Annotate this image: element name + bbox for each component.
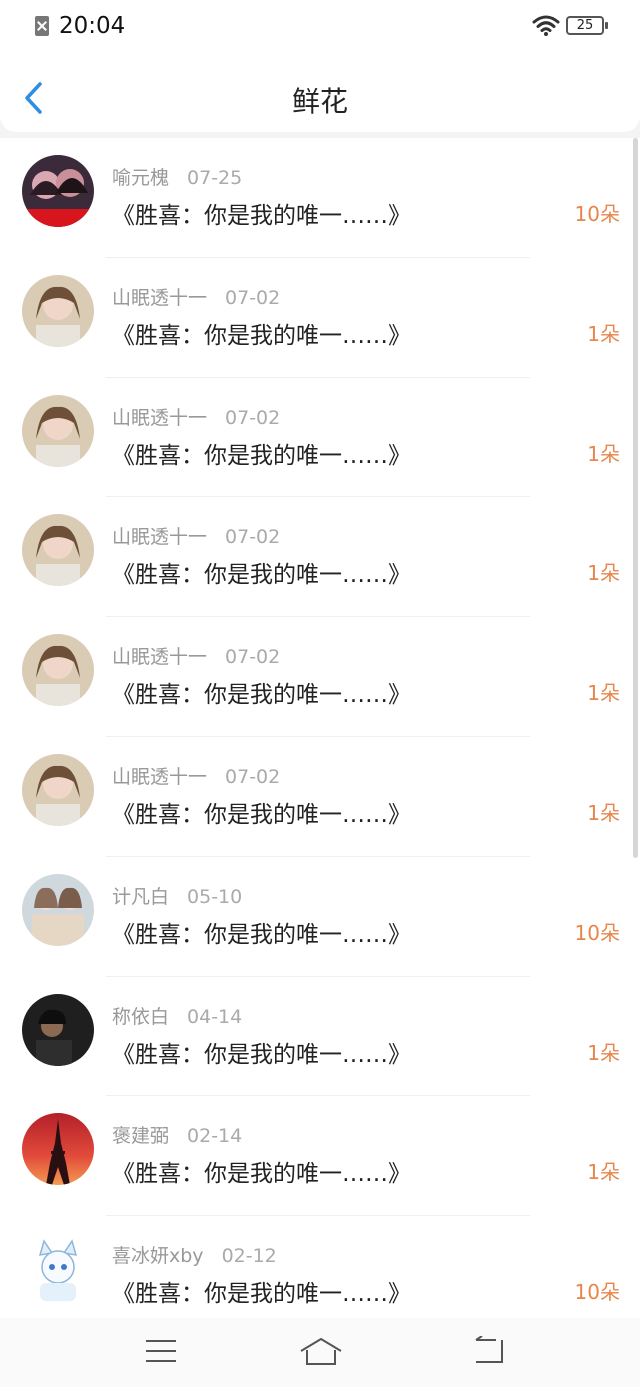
user-name[interactable]: 山眠透十一	[112, 766, 207, 788]
user-line: 山眠透十一 07-02	[112, 283, 280, 310]
flower-count: 1朵	[587, 681, 620, 706]
two-girls-avatar[interactable]	[22, 873, 94, 946]
no-sim-icon	[35, 16, 49, 36]
gift-date: 05-10	[187, 885, 243, 908]
user-name[interactable]: 山眠透十一	[112, 287, 207, 309]
scrollbar[interactable]	[633, 138, 638, 858]
gift-date: 07-02	[225, 765, 281, 788]
gift-date: 02-12	[221, 1245, 277, 1268]
flower-count: 1朵	[587, 561, 620, 586]
list-item[interactable]: 计凡白 05-10 《胜喜：你是我的唯一……》 10朵	[0, 857, 640, 977]
gift-date: 07-02	[225, 526, 281, 549]
user-line: 称依白 04-14	[112, 1002, 242, 1029]
user-line: 褒建弼 02-14	[112, 1121, 242, 1148]
flower-count: 1朵	[587, 800, 620, 825]
book-title[interactable]: 《胜喜：你是我的唯一……》	[112, 196, 411, 230]
user-line: 计凡白 05-10	[112, 882, 242, 909]
list-item[interactable]: 山眠透十一 07-02 《胜喜：你是我的唯一……》 1朵	[0, 737, 640, 857]
flower-count: 1朵	[587, 1040, 620, 1065]
list-item[interactable]: 山眠透十一 07-02 《胜喜：你是我的唯一……》 1朵	[0, 258, 640, 378]
status-right: 25	[532, 14, 608, 36]
flower-count: 10朵	[574, 1280, 620, 1305]
list-item[interactable]: 称依白 04-14 《胜喜：你是我的唯一……》 1朵	[0, 977, 640, 1097]
user-line: 喻元槐 07-25	[112, 163, 242, 190]
girl-portrait-avatar[interactable]	[22, 634, 94, 707]
girl-portrait-avatar[interactable]	[22, 274, 94, 347]
home-icon[interactable]	[299, 1336, 343, 1366]
back-nav-icon[interactable]	[472, 1336, 506, 1366]
anime-cat-avatar[interactable]	[22, 1233, 94, 1306]
girl-portrait-avatar[interactable]	[22, 514, 94, 587]
gift-date: 02-14	[187, 1125, 243, 1148]
user-name[interactable]: 山眠透十一	[112, 407, 207, 429]
book-title[interactable]: 《胜喜：你是我的唯一……》	[112, 436, 411, 470]
flower-count: 1朵	[587, 321, 620, 346]
book-title[interactable]: 《胜喜：你是我的唯一……》	[112, 1154, 411, 1188]
user-name[interactable]: 山眠透十一	[112, 646, 207, 668]
user-name[interactable]: 山眠透十一	[112, 526, 207, 548]
gift-date: 04-14	[187, 1005, 243, 1028]
menu-icon[interactable]	[144, 1336, 178, 1366]
eiffel-tower-avatar[interactable]	[22, 1113, 94, 1186]
flower-count: 10朵	[574, 202, 620, 226]
book-title[interactable]: 《胜喜：你是我的唯一……》	[112, 675, 411, 709]
system-nav-bar	[0, 1318, 640, 1387]
user-line: 山眠透十一 07-02	[112, 403, 280, 430]
flower-record-list: 喻元槐 07-25 《胜喜：你是我的唯一……》 10朵 山眠透十一 07-02 《胜…	[0, 138, 640, 1318]
gift-date: 07-02	[225, 646, 281, 669]
status-time: 20:04	[59, 13, 126, 39]
page-title: 鲜花	[291, 85, 348, 118]
list-item[interactable]: 喻元槐 07-25 《胜喜：你是我的唯一……》 10朵	[0, 138, 640, 258]
status-bar: 20:04 25	[0, 0, 640, 52]
user-name[interactable]: 计凡白	[112, 886, 169, 908]
girl-portrait-avatar[interactable]	[22, 394, 94, 467]
flower-count: 1朵	[587, 1160, 620, 1185]
book-title[interactable]: 《胜喜：你是我的唯一……》	[112, 555, 411, 589]
user-name[interactable]: 称依白	[112, 1006, 169, 1028]
book-title[interactable]: 《胜喜：你是我的唯一……》	[112, 316, 411, 350]
list-item[interactable]: 褒建弼 02-14 《胜喜：你是我的唯一……》 1朵	[0, 1096, 640, 1217]
book-title[interactable]: 《胜喜：你是我的唯一……》	[112, 1274, 411, 1308]
top-nav-bar: 鲜花	[0, 52, 640, 132]
couple-photo-avatar[interactable]	[22, 155, 94, 227]
flower-count: 10朵	[574, 920, 620, 945]
gift-date: 07-02	[225, 406, 281, 429]
girl-portrait-avatar[interactable]	[22, 753, 94, 826]
list-item[interactable]: 山眠透十一 07-02 《胜喜：你是我的唯一……》 1朵	[0, 497, 640, 618]
gift-date: 07-02	[225, 286, 281, 309]
list-item[interactable]: 山眠透十一 07-02 《胜喜：你是我的唯一……》 1朵	[0, 617, 640, 737]
user-line: 喜冰妍xby 02-12	[112, 1241, 277, 1268]
user-line: 山眠透十一 07-02	[112, 642, 280, 669]
battery-indicator: 25	[566, 15, 608, 35]
list-item[interactable]: 山眠透十一 07-02 《胜喜：你是我的唯一……》 1朵	[0, 378, 640, 498]
book-title[interactable]: 《胜喜：你是我的唯一……》	[112, 1035, 411, 1069]
gift-date: 07-25	[187, 167, 243, 189]
book-title[interactable]: 《胜喜：你是我的唯一……》	[112, 795, 411, 829]
user-name[interactable]: 喻元槐	[112, 167, 169, 189]
user-line: 山眠透十一 07-02	[112, 762, 280, 789]
wifi-icon	[532, 15, 560, 36]
user-name[interactable]: 褒建弼	[112, 1125, 169, 1147]
dark-portrait-avatar[interactable]	[22, 993, 94, 1066]
user-name[interactable]: 喜冰妍xby	[112, 1245, 204, 1267]
user-line: 山眠透十一 07-02	[112, 522, 280, 549]
status-left: 20:04	[35, 13, 125, 39]
book-title[interactable]: 《胜喜：你是我的唯一……》	[112, 915, 411, 949]
flower-count: 1朵	[587, 441, 620, 466]
